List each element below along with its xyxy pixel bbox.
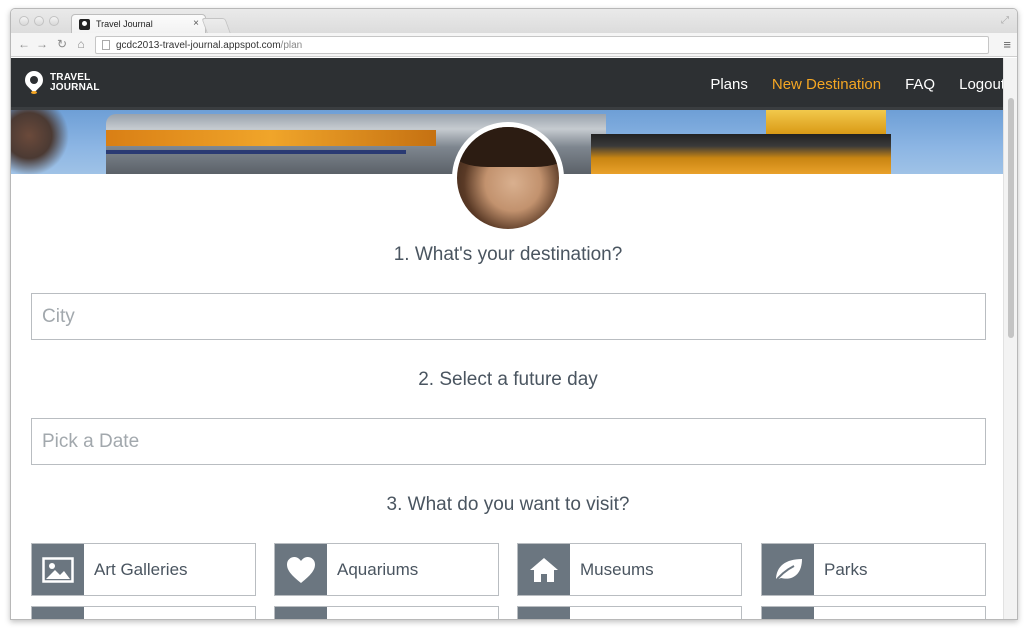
category-icon: [762, 607, 814, 619]
image-icon: [32, 544, 84, 595]
zoom-window-button[interactable]: [49, 16, 59, 26]
banner-locomotive: [591, 134, 891, 174]
browser-toolbar: ← → ↻ ⌂ gcdc2013-travel-journal.appspot.…: [11, 33, 1017, 57]
leaf-icon: [762, 544, 814, 595]
map-pin-icon: [21, 67, 47, 93]
tab-title: Travel Journal: [96, 19, 153, 29]
avatar-hair: [457, 127, 559, 167]
avatar[interactable]: [452, 122, 564, 234]
category-row2-item[interactable]: [31, 606, 256, 619]
app-navbar: TRAVEL JOURNAL Plans New Destination FAQ…: [11, 58, 1005, 110]
nav-link-new-destination[interactable]: New Destination: [772, 76, 881, 93]
nav-link-plans[interactable]: Plans: [710, 76, 748, 93]
reload-icon[interactable]: ↻: [55, 37, 69, 51]
banner-train-stripe: [106, 130, 436, 146]
back-icon[interactable]: ←: [17, 37, 31, 51]
home-icon[interactable]: ⌂: [74, 37, 88, 51]
new-tab-button[interactable]: [201, 18, 231, 33]
category-row2-item[interactable]: [517, 606, 742, 619]
category-parks[interactable]: Parks: [761, 543, 986, 596]
date-input[interactable]: [31, 418, 986, 465]
banner-train-stripe-blue: [106, 150, 406, 154]
step2-title: 2. Select a future day: [418, 369, 598, 390]
nav-links: Plans New Destination FAQ Logout: [710, 58, 1005, 110]
forward-icon[interactable]: →: [35, 37, 49, 51]
tab-close-icon[interactable]: ×: [193, 18, 199, 29]
category-icon: [32, 607, 84, 619]
category-aquariums[interactable]: Aquariums: [274, 543, 499, 596]
nav-link-faq[interactable]: FAQ: [905, 76, 935, 93]
category-label: Parks: [824, 560, 868, 579]
banner-locomotive-top: [766, 110, 886, 134]
browser-window: Travel Journal × ⤢ ← → ↻ ⌂ gcdc2013-trav…: [10, 8, 1018, 620]
category-art-galleries[interactable]: Art Galleries: [31, 543, 256, 596]
favicon-icon: [79, 19, 90, 30]
title-bar: Travel Journal × ⤢: [11, 9, 1017, 34]
browser-tab[interactable]: Travel Journal ×: [71, 14, 206, 34]
minimize-window-button[interactable]: [34, 16, 44, 26]
category-icon: [275, 607, 327, 619]
pin-shadow-icon: [31, 91, 37, 94]
step1-title: 1. What's your destination?: [393, 244, 623, 265]
fullscreen-icon[interactable]: ⤢: [1001, 15, 1009, 26]
page-icon: [102, 40, 110, 50]
category-icon: [518, 607, 570, 619]
url-host: gcdc2013-travel-journal.appspot.com: [116, 40, 281, 51]
category-label: Art Galleries: [94, 560, 188, 579]
logo-text: TRAVEL JOURNAL: [50, 73, 100, 93]
banner-tree: [11, 110, 71, 174]
url-path: /plan: [280, 40, 303, 51]
category-row2-item[interactable]: [761, 606, 986, 619]
page-viewport: TRAVEL JOURNAL Plans New Destination FAQ…: [11, 58, 1005, 619]
heart-icon: [275, 544, 327, 595]
home-icon: [518, 544, 570, 595]
step3-title: 3. What do you want to visit?: [386, 494, 630, 515]
menu-icon[interactable]: ≡: [1003, 37, 1011, 52]
category-label: Museums: [580, 560, 654, 579]
category-row2-item[interactable]: [274, 606, 499, 619]
nav-link-logout[interactable]: Logout: [959, 76, 1005, 93]
address-bar[interactable]: gcdc2013-travel-journal.appspot.com/plan: [95, 36, 989, 54]
category-museums[interactable]: Museums: [517, 543, 742, 596]
page-scrollbar[interactable]: [1003, 58, 1017, 619]
scrollbar-thumb[interactable]: [1008, 98, 1014, 338]
logo-line2: JOURNAL: [50, 82, 100, 93]
close-window-button[interactable]: [19, 16, 29, 26]
category-label: Aquariums: [337, 560, 419, 579]
city-input[interactable]: [31, 293, 986, 340]
